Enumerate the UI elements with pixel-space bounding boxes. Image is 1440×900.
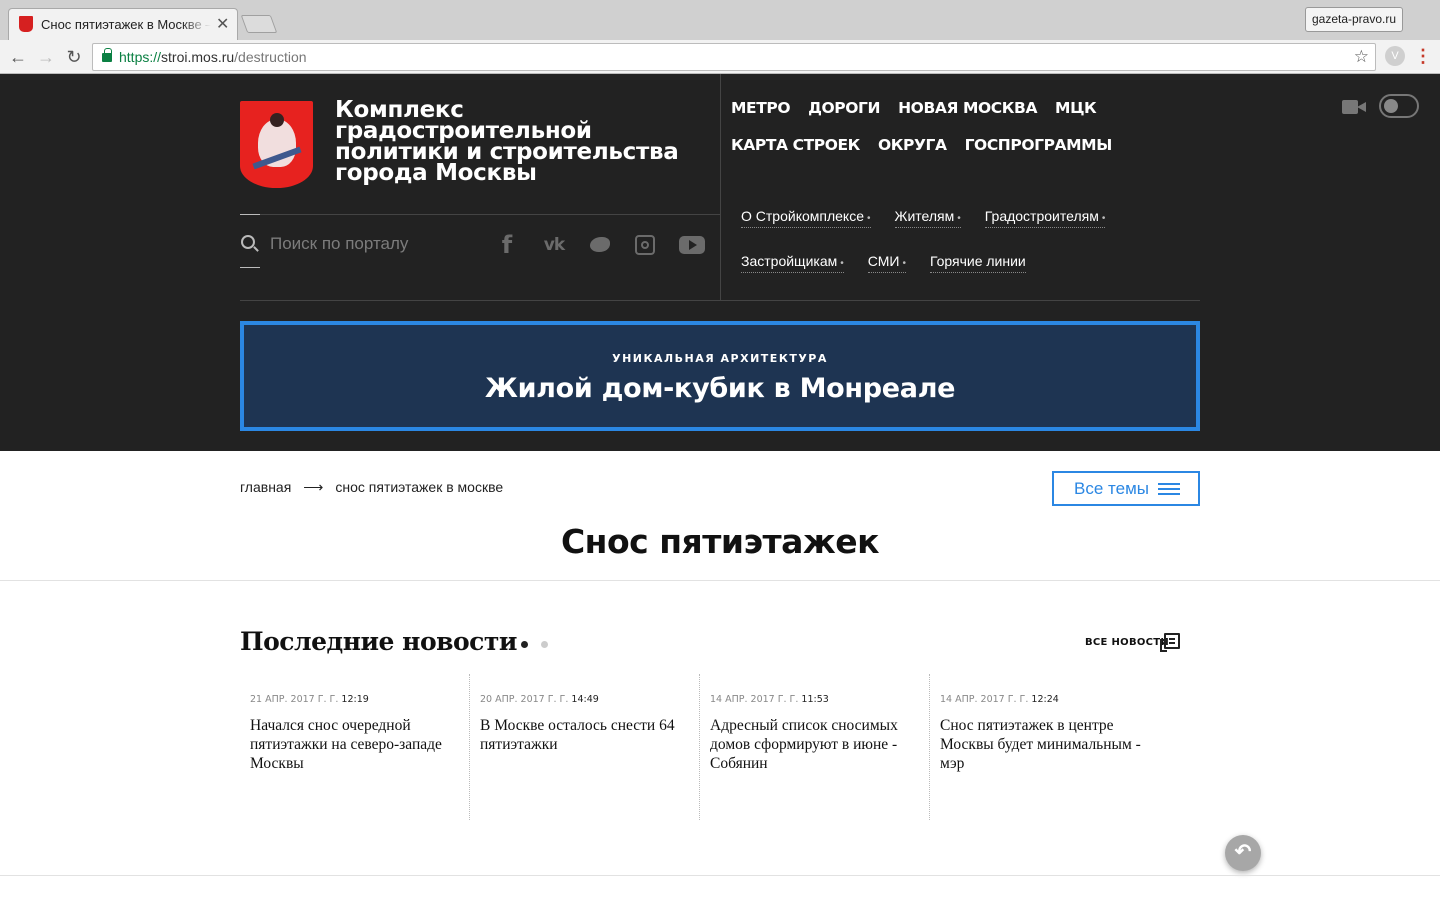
search-icon[interactable] <box>241 235 255 249</box>
chevron-down-icon: • <box>840 258 844 269</box>
back-arrow-icon[interactable]: ← <box>6 45 30 69</box>
site-title[interactable]: Комплекс градостроительной политики и ст… <box>335 99 695 185</box>
nav-gov-programs[interactable]: ГОСПРОГРАММЫ <box>965 136 1113 154</box>
profile-button[interactable]: gazeta-pravo.ru <box>1305 7 1403 32</box>
footer-divider <box>0 875 1440 876</box>
subnav-about[interactable]: О Стройкомплексе • <box>741 208 871 228</box>
moscow-coat-of-arms-logo[interactable] <box>240 101 313 188</box>
subnav-residents[interactable]: Жителям • <box>894 208 961 228</box>
news-card[interactable]: 21 АПР. 2017 Г. Г. 12:19 Начался снос оч… <box>240 674 470 820</box>
newspaper-icon[interactable] <box>1160 633 1180 652</box>
promo-kicker: УНИКАЛЬНАЯ АРХИТЕКТУРА <box>612 352 828 365</box>
news-date: 20 АПР. 2017 Г. Г. 14:49 <box>480 694 599 705</box>
lock-icon <box>102 48 112 62</box>
nav-new-moscow[interactable]: НОВАЯ МОСКВА <box>898 99 1037 117</box>
twitter-icon[interactable] <box>588 233 610 257</box>
news-date: 14 АПР. 2017 Г. Г. 12:24 <box>940 694 1059 705</box>
news-title[interactable]: В Москве осталось снести 64 пятиэтажки <box>480 716 690 754</box>
browser-tab[interactable]: Снос пятиэтажек в Москве — ✕ <box>8 8 238 40</box>
breadcrumb: главная ⟶ снос пятиэтажек в москве <box>240 479 503 496</box>
news-date: 14 АПР. 2017 Г. Г. 11:53 <box>710 694 829 705</box>
subnav-media[interactable]: СМИ • <box>867 253 906 273</box>
forward-arrow-icon[interactable]: → <box>34 45 58 69</box>
content-divider <box>0 580 1440 581</box>
carousel-dot-active[interactable] <box>521 641 528 648</box>
portal-search-input[interactable] <box>270 232 470 256</box>
top-navigation: МЕТРО ДОРОГИ НОВАЯ МОСКВА МЦК КАРТА СТРОЕК О… <box>731 99 1151 173</box>
promo-banner[interactable]: УНИКАЛЬНАЯ АРХИТЕКТУРА Жилой дом-кубик в… <box>240 321 1200 431</box>
news-date: 21 АПР. 2017 Г. Г. 12:19 <box>250 694 369 705</box>
all-news-link[interactable]: ВСЕ НОВОСТИ <box>1085 637 1169 648</box>
toggle-knob <box>1384 99 1398 113</box>
secondary-navigation: О Стройкомплексе • Жителям • Градостроителям… <box>741 208 1181 298</box>
news-title[interactable]: Начался снос очередной пятиэтажки на сев… <box>250 716 460 773</box>
video-camera-icon[interactable] <box>1342 100 1366 114</box>
subnav-urban-planners[interactable]: Градостроителям • <box>984 208 1106 228</box>
hamburger-menu-icon <box>1158 483 1180 495</box>
back-navigation-icon[interactable]: ↶ <box>1225 835 1261 871</box>
tab-title: Снос пятиэтажек в Москве — <box>41 17 211 32</box>
facebook-icon[interactable]: f <box>498 233 516 257</box>
news-card[interactable]: 20 АПР. 2017 Г. Г. 14:49 В Москве остало… <box>470 674 700 820</box>
breadcrumb-home[interactable]: главная <box>240 479 291 495</box>
st-george-emblem-icon <box>258 113 296 167</box>
promo-title: Жилой дом-кубик в Монреале <box>484 373 956 404</box>
accessibility-toggle[interactable] <box>1379 94 1419 118</box>
new-tab-button[interactable] <box>240 15 278 33</box>
page-title: Снос пятиэтажек <box>560 522 880 561</box>
all-topics-button[interactable]: Все темы <box>1052 471 1200 506</box>
nav-roads[interactable]: ДОРОГИ <box>808 99 880 117</box>
news-card[interactable]: 14 АПР. 2017 Г. Г. 12:24 Снос пятиэтажек… <box>930 674 1160 820</box>
subnav-developers[interactable]: Застройщикам • <box>741 253 844 273</box>
chevron-down-icon: • <box>902 258 906 269</box>
mos-favicon-icon <box>19 16 33 32</box>
header-divider <box>240 214 720 215</box>
url-text: https://stroi.mos.ru/destruction <box>119 49 307 65</box>
latest-news-heading: Последние новости <box>240 627 517 656</box>
reload-icon[interactable]: ↻ <box>62 45 86 69</box>
browser-tab-bar: Снос пятиэтажек в Москве — ✕ gazeta-prav… <box>0 0 1440 40</box>
site-header: Комплекс градостроительной политики и ст… <box>0 74 1440 451</box>
nav-metro[interactable]: МЕТРО <box>731 99 791 117</box>
breadcrumb-arrow-icon: ⟶ <box>303 479 324 495</box>
browser-menu-icon[interactable]: ⋮ <box>1414 46 1432 68</box>
search-bottom-accent <box>240 267 260 268</box>
news-title[interactable]: Снос пятиэтажек в центре Москвы будет ми… <box>940 716 1150 773</box>
nav-mck[interactable]: МЦК <box>1055 99 1097 117</box>
chevron-down-icon: • <box>867 213 871 224</box>
vk-icon[interactable]: vk <box>539 233 569 257</box>
breadcrumb-current: снос пятиэтажек в москве <box>335 479 504 495</box>
youtube-icon[interactable] <box>679 233 705 257</box>
close-tab-icon[interactable]: ✕ <box>216 14 229 34</box>
header-vertical-divider <box>720 74 721 300</box>
instagram-icon[interactable] <box>635 233 655 257</box>
bookmark-star-icon[interactable]: ☆ <box>1354 47 1369 67</box>
carousel-dot[interactable] <box>541 641 548 648</box>
browser-toolbar: ← → ↻ https://stroi.mos.ru/destruction ☆… <box>0 40 1440 74</box>
chevron-down-icon: • <box>957 213 961 224</box>
nav-districts[interactable]: ОКРУГА <box>878 136 947 154</box>
subnav-hotlines[interactable]: Горячие линии <box>929 253 1026 273</box>
nav-construction-map[interactable]: КАРТА СТРОЕК <box>731 136 860 154</box>
header-bottom-divider <box>240 300 1200 301</box>
chevron-down-icon: • <box>1101 213 1106 224</box>
extension-icon[interactable]: V <box>1385 46 1405 66</box>
news-card[interactable]: 14 АПР. 2017 Г. Г. 11:53 Адресный список… <box>700 674 930 820</box>
news-title[interactable]: Адресный список сносимых домов сформирую… <box>710 716 920 773</box>
search-top-accent <box>240 214 260 215</box>
address-bar[interactable]: https://stroi.mos.ru/destruction ☆ <box>92 43 1376 71</box>
